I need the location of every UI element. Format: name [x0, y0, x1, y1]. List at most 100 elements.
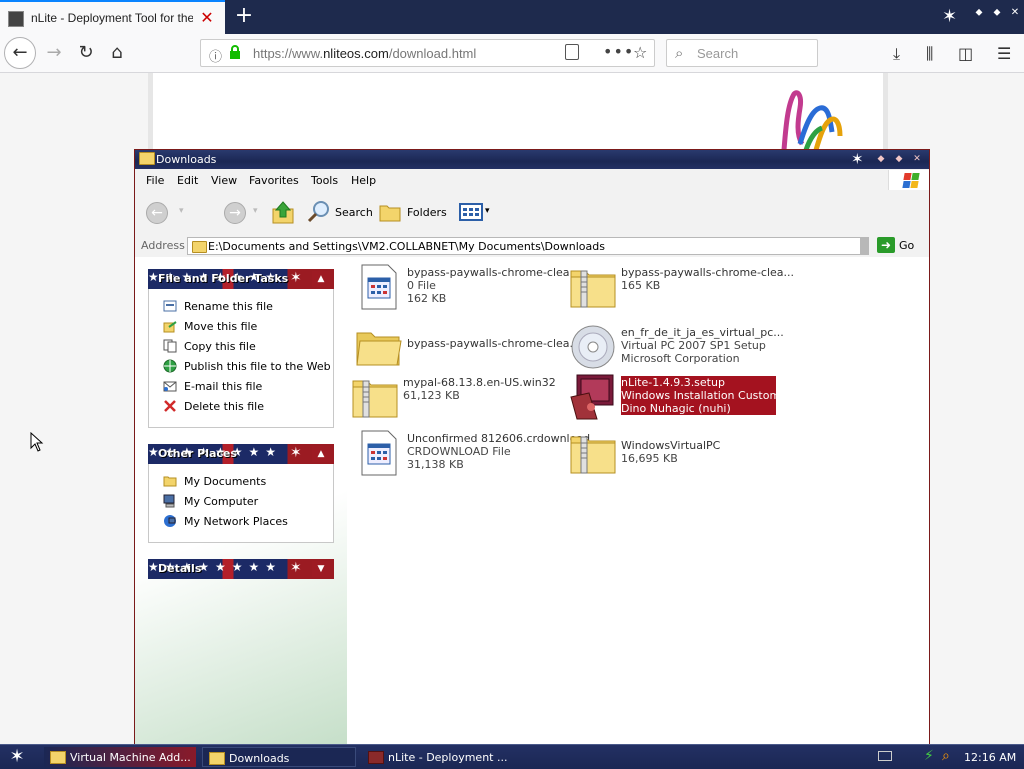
menu-tools[interactable]: Tools — [311, 174, 338, 187]
reader-view-icon[interactable] — [565, 44, 579, 60]
search-tool-icon[interactable]: ⌕ — [942, 748, 950, 764]
zip-folder-icon — [570, 270, 616, 308]
folder-icon — [163, 476, 177, 487]
file-name: bypass-paywalls-chrome-clea... — [621, 266, 795, 279]
file-item-selected[interactable]: nLite-1.4.9.3.setup Windows Installation… — [569, 373, 801, 423]
close-window-icon[interactable]: ✕ — [1008, 6, 1022, 20]
forward-button[interactable]: → — [224, 202, 246, 224]
sidebar-icon[interactable]: ◫ — [958, 44, 973, 63]
downloads-icon[interactable]: ⤓ — [893, 44, 900, 64]
start-button[interactable]: ✶ — [4, 747, 30, 767]
page-actions-icon[interactable]: ••• — [603, 42, 634, 61]
file-type: Virtual PC 2007 SP1 Setup — [621, 339, 766, 352]
search-placeholder: Search — [697, 46, 739, 61]
search-box[interactable]: ⌕ Search — [666, 39, 818, 67]
star-icon: ✶ — [290, 270, 302, 286]
explorer-window: Downloads ✶ ◆ ◆ ✕ File Edit View Favorit… — [134, 149, 930, 745]
maximize-window-icon[interactable]: ◆ — [893, 153, 905, 165]
menu-help[interactable]: Help — [351, 174, 376, 187]
address-bar: Address E:\Documents and Settings\VM2.CO… — [135, 235, 929, 258]
up-folder-icon[interactable] — [272, 200, 294, 224]
minimize-window-icon[interactable]: ⬥ — [972, 6, 986, 20]
email-icon — [163, 381, 177, 392]
close-tab-icon[interactable]: ✕ — [199, 10, 215, 26]
forward-dropdown-icon[interactable]: ▾ — [253, 206, 258, 216]
menu-icon[interactable]: ☰ — [997, 44, 1011, 63]
views-dropdown-icon[interactable]: ▾ — [485, 206, 490, 216]
folders-icon — [379, 205, 401, 222]
menu-file[interactable]: File — [146, 174, 164, 187]
file-description: Windows Installation Customizer — [621, 389, 801, 402]
folders-button[interactable]: Folders — [407, 206, 447, 219]
address-path: E:\Documents and Settings\VM2.COLLABNET\… — [208, 240, 605, 253]
taskbar-task[interactable]: nLite - Deployment ... — [362, 747, 512, 767]
network-icon — [164, 515, 176, 527]
address-dropdown-button[interactable] — [861, 237, 869, 255]
close-window-icon[interactable]: ✕ — [911, 153, 923, 165]
go-button[interactable]: Go — [899, 239, 914, 252]
file-name: bypass-paywalls-chrome-clea... — [407, 337, 581, 350]
computer-icon — [163, 494, 175, 508]
bookmark-star-icon[interactable]: ☆ — [633, 43, 647, 62]
views-icon[interactable] — [459, 202, 483, 222]
file-item[interactable]: mypal-68.13.8.en-US.win32 61,123 KB — [351, 373, 565, 423]
collapse-chevron-icon[interactable]: ▲ — [312, 446, 330, 462]
windows-logo-icon — [888, 170, 929, 190]
menu-bar: File Edit View Favorites Tools Help — [135, 169, 929, 192]
search-icon: ⌕ — [675, 44, 684, 62]
menu-favorites[interactable]: Favorites — [249, 174, 299, 187]
forward-button[interactable]: → — [38, 34, 70, 72]
reload-button[interactable]: ↻ — [70, 34, 102, 72]
file-tasks-header[interactable]: ★★★★★★★★ File and Folder Tasks ✶ ▲ — [148, 269, 334, 289]
back-button[interactable]: ← — [4, 34, 36, 72]
lock-icon — [230, 45, 240, 59]
url-bar[interactable]: ⓘ https://www.nliteos.com/download.html … — [200, 39, 655, 67]
file-company: Dino Nuhagic (nuhi) — [621, 402, 776, 415]
network-status-icon[interactable]: ⚡ — [924, 748, 934, 764]
file-size: 31,138 KB — [407, 458, 464, 471]
menu-view[interactable]: View — [211, 174, 237, 187]
window-title: Downloads — [156, 153, 217, 166]
new-tab-button[interactable]: + — [232, 5, 256, 29]
globe-icon — [163, 359, 177, 373]
taskbar-task-active[interactable]: Downloads — [202, 747, 356, 767]
search-button[interactable]: Search — [335, 206, 373, 219]
go-arrow-icon[interactable]: ➜ — [877, 237, 895, 253]
file-item[interactable]: bypass-paywalls-chrome-clea... 165 KB — [569, 263, 794, 313]
file-item[interactable]: bypass-paywalls-chrome-clea... 0 File 16… — [355, 263, 580, 313]
address-label: Address — [141, 239, 185, 252]
details-header[interactable]: ★★★★★★★★ Details ✶ ▼ — [148, 559, 334, 579]
explorer-title-bar[interactable]: Downloads ✶ ◆ ◆ ✕ — [135, 150, 929, 169]
home-icon: ⌂ — [111, 42, 123, 63]
file-name: bypass-paywalls-chrome-clea... — [407, 266, 581, 279]
file-company: Microsoft Corporation — [621, 352, 740, 365]
star-icon: ✶ — [9, 746, 25, 767]
folder-icon — [209, 752, 225, 765]
file-item[interactable]: Unconfirmed 812606.crdownload CRDOWNLOAD… — [355, 429, 590, 479]
url-text: https://www.nliteos.com/download.html — [253, 46, 477, 61]
file-item[interactable]: WindowsVirtualPC 16,695 KB — [569, 429, 783, 479]
system-tray: ⚡ ⌕ 12:16 AM — [870, 745, 1024, 769]
nlite-logo-icon — [781, 90, 843, 151]
back-button[interactable]: ← — [146, 202, 168, 224]
library-icon[interactable]: ⫼ — [926, 44, 933, 64]
home-button[interactable]: ⌂ — [101, 34, 133, 72]
folder-icon — [139, 152, 155, 165]
taskbar-task[interactable]: Virtual Machine Add... — [44, 747, 196, 767]
collapse-chevron-icon[interactable]: ▲ — [312, 271, 330, 287]
keyboard-icon[interactable] — [878, 751, 892, 761]
file-name: WindowsVirtualPC — [621, 439, 721, 452]
file-item[interactable]: bypass-paywalls-chrome-clea... — [355, 323, 580, 373]
minimize-window-icon[interactable]: ◆ — [875, 153, 887, 165]
expand-chevron-icon[interactable]: ▼ — [312, 561, 330, 577]
maximize-window-icon[interactable]: ⬥ — [990, 6, 1004, 20]
clock[interactable]: 12:16 AM — [964, 751, 1016, 764]
menu-edit[interactable]: Edit — [177, 174, 198, 187]
browser-tab[interactable]: nLite - Deployment Tool for the bulk ✕ — [0, 0, 225, 34]
back-dropdown-icon[interactable]: ▾ — [179, 206, 184, 216]
info-icon[interactable]: ⓘ — [209, 46, 222, 65]
file-item[interactable]: en_fr_de_it_ja_es_virtual_pc... Virtual … — [569, 323, 784, 373]
address-field[interactable]: E:\Documents and Settings\VM2.COLLABNET\… — [187, 237, 861, 255]
other-places-header[interactable]: ★★★★★★★★ Other Places ✶ ▲ — [148, 444, 334, 464]
theme-star-icon: ✶ — [851, 150, 864, 168]
